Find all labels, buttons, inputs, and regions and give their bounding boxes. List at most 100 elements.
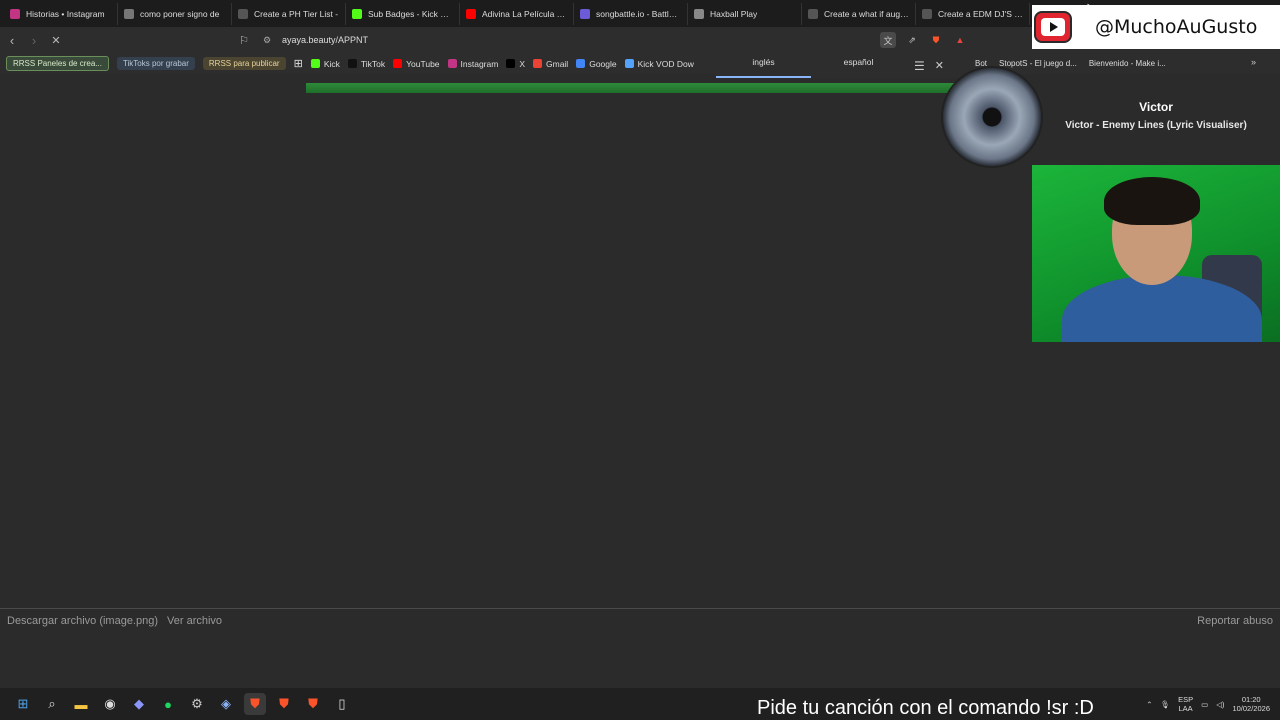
brave-browser-icon-2[interactable]: ⛊ [273,693,295,715]
browser-tab[interactable]: como poner signo de [118,2,232,25]
brave-shield-icon[interactable]: ⛊ [928,32,944,48]
tab-label: Create a what if augus [824,8,909,19]
stop-loading-button[interactable]: ✕ [46,30,66,50]
bookmark-item[interactable]: Instagram [447,58,499,69]
bookmark-label: Google [589,58,617,69]
tray-chevron-icon[interactable]: ⌃ [1146,700,1152,709]
haxball-icon [694,8,704,19]
windows-start-icon[interactable]: ⊞ [12,693,34,715]
tab-label: songbattle.io - Battle S [596,8,681,19]
bookmark-item[interactable]: TikTok [347,58,386,69]
menu-icon[interactable]: ☰ [914,59,925,73]
browser-tab[interactable]: Adivina La Película y Su [460,2,574,25]
settings-gear-icon[interactable]: ⚙ [186,693,208,715]
instagram-icon [10,8,20,19]
obs-icon[interactable]: ◉ [99,693,121,715]
now-playing-subtitle: Victor - Enemy Lines (Lyric Visualiser) [1065,120,1247,131]
tab-label: Create a PH Tier List - [254,8,339,19]
lang-bottom: LAA [1178,704,1193,713]
browser-tab[interactable]: Haxball Play [688,2,802,25]
globe-icon [124,8,134,19]
forward-button[interactable]: › [24,30,44,50]
tiktok-icon [347,59,357,68]
view-file-link[interactable]: Ver archivo [167,615,222,627]
gmail-icon [533,59,542,68]
brave-browser-icon[interactable]: ⛊ [244,693,266,715]
bookmark-item[interactable]: Gmail [533,59,568,69]
clock-date: 10/02/2026 [1232,704,1270,713]
notepad-icon[interactable]: ▯ [331,693,353,715]
app-diamond-icon[interactable]: ◈ [215,693,237,715]
bookmark-label: Instagram [460,58,499,69]
bookmark-item[interactable]: Kick VOD Dow [624,58,694,69]
file-explorer-icon[interactable]: ▬ [70,693,92,715]
bookmark-item[interactable]: Kick [310,59,340,69]
browser-tab[interactable]: Historias • Instagram [4,2,118,25]
bookmarks-more-icon[interactable]: » [1251,57,1256,67]
file-actions: Descargar archivo (image.png) Ver archiv… [7,615,222,627]
translate-target-lang[interactable]: español [811,53,906,78]
volume-icon[interactable]: ◁) [1216,700,1224,709]
bookmark-folder-chip[interactable]: RRSS Paneles de crea... [6,56,109,71]
streamer-hair [1104,177,1200,225]
address-bar[interactable]: ⚙ ayaya.beauty/APPNT 文 ⇗ ⛊ ▲ [256,30,976,50]
youtube-icon [466,8,476,19]
now-playing-disc [943,68,1041,166]
discord-icon[interactable]: ◆ [128,693,150,715]
apps-grid-icon[interactable]: ⊞ [294,57,303,70]
tiermaker-icon [238,8,248,19]
bookmark-star-icon[interactable]: ⚐ [234,30,254,50]
kick-icon [310,59,320,68]
translate-source-lang[interactable]: inglés [716,53,811,78]
song-request-ticker: Pide tu canción con el comando !sr :D [757,697,1094,719]
footer-divider [0,608,1280,609]
report-abuse-link[interactable]: Reportar abuso [1197,615,1273,627]
brave-rewards-icon[interactable]: ▲ [952,32,968,48]
album-art-disc [943,68,1041,166]
url-text: ayaya.beauty/APPNT [282,35,369,45]
bookmark-item[interactable]: Bienvenido - Make i... [1089,59,1166,68]
bookmark-item[interactable]: Bot [975,59,987,68]
bookmark-item[interactable]: YouTube [393,58,440,69]
brave-browser-icon-3[interactable]: ⛊ [302,693,324,715]
tab-label: Create a EDM DJ'S +1( [938,8,1023,19]
x-icon [506,59,516,68]
bookmark-label: Kick VOD Dow [637,58,694,69]
bookmark-item[interactable]: Google [576,58,617,69]
spotify-icon[interactable]: ● [157,693,179,715]
bookmark-folder-chip[interactable]: TikToks por grabar [116,57,195,70]
songbattle-icon [580,8,590,19]
language-indicator[interactable]: ESP LAA [1178,695,1193,713]
tiermaker-icon [922,8,932,19]
browser-tab[interactable]: Create a what if augus [802,2,916,25]
translate-icon[interactable]: 文 [880,32,896,48]
lang-top: ESP [1178,695,1194,704]
bookmark-item[interactable]: StopotS - El juego d... [999,59,1077,68]
browser-tab[interactable]: Create a PH Tier List - [232,2,346,25]
system-tray: ⌃ 🎙 ESP LAA ▭ ◁) 01:20 10/02/2026 [1146,688,1270,720]
browser-tab[interactable]: songbattle.io - Battle S [574,2,688,25]
bookmark-label: Gmail [546,58,569,69]
bookmark-folder-chip[interactable]: RRSS para publicar [202,57,286,70]
tab-label: Sub Badges - Kick Das [368,8,453,19]
browser-tab[interactable]: Sub Badges - Kick Das [346,2,460,25]
site-info-icon[interactable]: ⚙ [263,35,271,46]
now-playing-title: Victor [1139,100,1173,114]
search-icon[interactable]: ⌕ [41,693,63,715]
bookmark-item[interactable]: X [506,59,525,69]
browser-tab[interactable]: Create a EDM DJ'S +1( [916,2,1030,25]
back-button[interactable]: ‹ [2,30,22,50]
youtube-icon [393,59,403,68]
tab-label: Haxball Play [710,8,758,19]
network-icon[interactable]: ▭ [1201,700,1208,709]
clock[interactable]: 01:20 10/02/2026 [1232,695,1270,713]
omnibox-actions: 文 ⇗ ⛊ ▲ [880,30,968,50]
bookmark-label: TikTok [360,58,386,69]
download-file-link[interactable]: Descargar archivo (image.png) [7,615,158,627]
image-preview-strip [306,83,956,93]
microphone-icon[interactable]: 🎙 [1161,700,1171,709]
share-icon[interactable]: ⇗ [904,32,920,48]
channel-handle: @MuchoAuGusto [1095,16,1258,38]
youtube-logo-icon [1034,11,1072,43]
bookmark-label: YouTube [406,58,440,69]
